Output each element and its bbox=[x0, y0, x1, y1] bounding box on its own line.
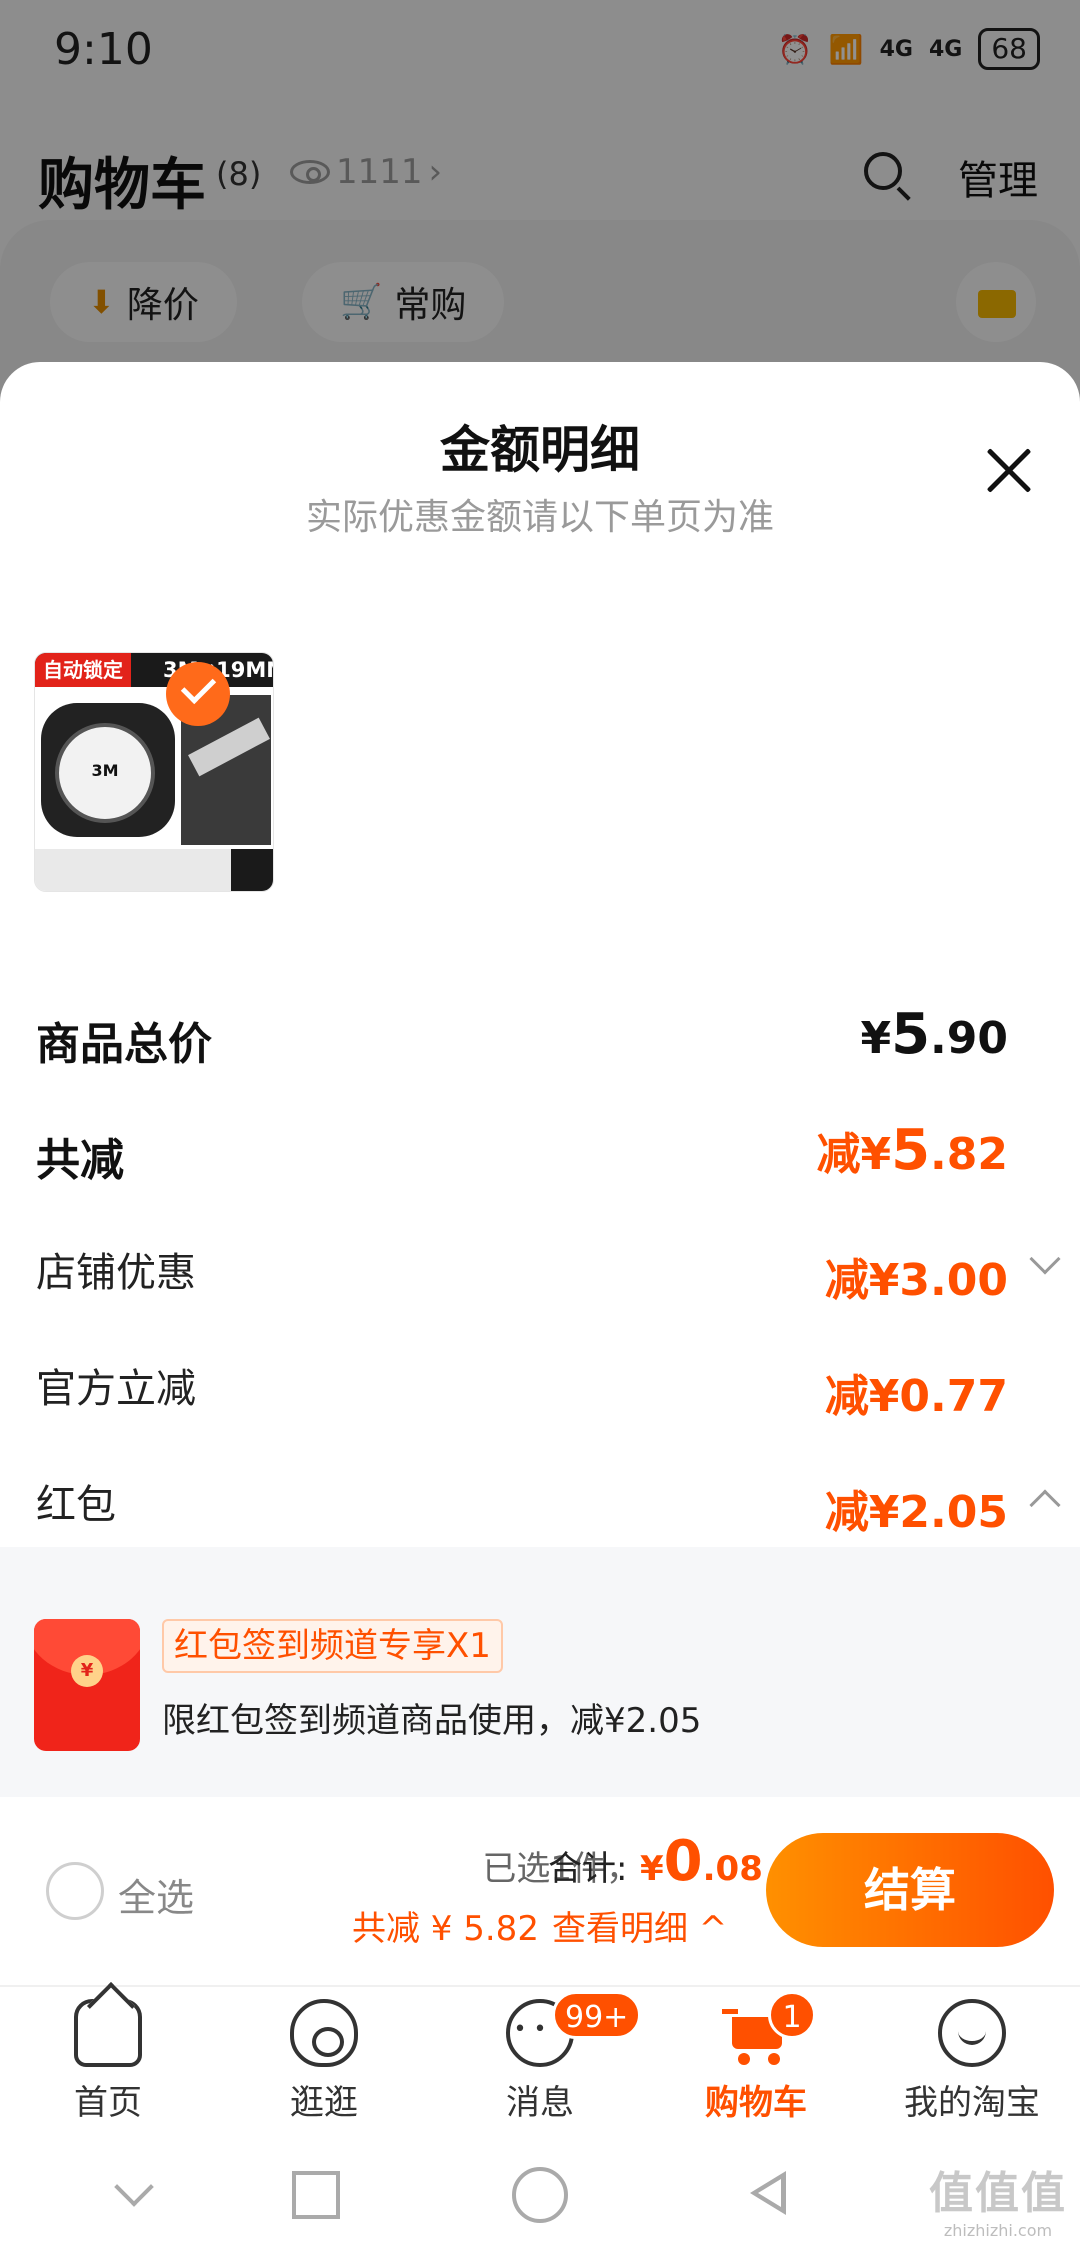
tab-home-label: 首页 bbox=[74, 2083, 142, 2123]
checkout-button[interactable]: 结算 bbox=[766, 1833, 1054, 1947]
red-packet-icon: ¥ bbox=[34, 1619, 140, 1751]
tab-home[interactable]: 首页 bbox=[0, 1987, 216, 2147]
row-official-discount: 官方立减 减¥0.77 bbox=[36, 1350, 1046, 1422]
store-discount-label: 店铺优惠 bbox=[36, 1250, 196, 1296]
checkmark-icon bbox=[166, 662, 230, 726]
red-packet-tag: 红包签到频道专享X1 bbox=[162, 1619, 503, 1673]
row-total: 商品总价 ¥5.90 bbox=[36, 1002, 1046, 1072]
red-packet-value: 减¥2.05 bbox=[824, 1487, 1008, 1538]
discount-prefix: 减¥ bbox=[816, 1129, 892, 1180]
cart-wheel-left bbox=[738, 2053, 750, 2065]
total-price-int: 0 bbox=[663, 1829, 703, 1894]
total-dec: .90 bbox=[930, 1013, 1008, 1064]
product-tag: 自动锁定 bbox=[35, 653, 131, 687]
total-int: 5 bbox=[891, 1002, 931, 1067]
product-thumbnail[interactable]: 自动锁定 3M×19MM 3M bbox=[34, 652, 274, 892]
recent-apps-icon[interactable] bbox=[284, 2163, 344, 2223]
view-detail-link[interactable]: 查看明细 ^ bbox=[552, 1901, 727, 1950]
cart-page-background: 9:10 ⏰ 📶 4G 4G 68 购物车 (8) 1111 › 管理 ⬇ 降价… bbox=[0, 0, 1080, 380]
red-packet-desc: 限红包签到频道商品使用，减¥2.05 bbox=[162, 1701, 702, 1741]
total-price-dec: .08 bbox=[702, 1849, 763, 1889]
chevron-down-icon[interactable] bbox=[1029, 1243, 1061, 1275]
tab-my-taobao-label: 我的淘宝 bbox=[904, 2083, 1040, 2123]
tab-stroll-label: 逛逛 bbox=[290, 2083, 358, 2123]
close-icon[interactable] bbox=[984, 446, 1034, 496]
row-discount: 共减 减¥5.82 bbox=[36, 1118, 1046, 1188]
watermark: 值值值 zhizhizhi.com bbox=[928, 2157, 1068, 2240]
home-icon bbox=[74, 1999, 142, 2067]
tab-my-taobao[interactable]: 我的淘宝 bbox=[864, 1987, 1080, 2147]
red-packet-detail: ¥ 红包签到频道专享X1 限红包签到频道商品使用，减¥2.05 bbox=[0, 1547, 1080, 1797]
message-badge: 99+ bbox=[552, 1991, 642, 2039]
tab-stroll[interactable]: 逛逛 bbox=[216, 1987, 432, 2147]
total-currency: ¥ bbox=[860, 1013, 892, 1064]
home-circle-icon[interactable] bbox=[508, 2163, 568, 2223]
select-all-checkbox[interactable] bbox=[46, 1862, 104, 1920]
row-red-packet[interactable]: 红包 减¥2.05 bbox=[36, 1466, 1061, 1538]
spec-table-image bbox=[35, 849, 273, 891]
store-discount-value: 减¥3.00 bbox=[824, 1255, 1008, 1306]
checkout-bar: 全选 已选1件， 合计: ¥0.08 共减 ¥ 5.82 查看明细 ^ 结算 bbox=[0, 1797, 1080, 1985]
watermark-url: zhizhizhi.com bbox=[943, 2221, 1053, 2240]
discount-dec: .82 bbox=[930, 1129, 1008, 1180]
total-price: ¥0.08 bbox=[640, 1829, 763, 1894]
tape-measure-image: 3M bbox=[41, 703, 175, 837]
tape-measure-label: 3M bbox=[91, 761, 119, 780]
total-label: 合计: bbox=[548, 1849, 628, 1889]
total-price-currency: ¥ bbox=[640, 1849, 664, 1889]
select-all-label[interactable]: 全选 bbox=[118, 1867, 194, 1922]
discount-label: 共减 bbox=[36, 1135, 124, 1186]
discount-summary: 共减 ¥ 5.82 bbox=[352, 1909, 539, 1949]
official-discount-label: 官方立减 bbox=[36, 1366, 196, 1412]
tab-cart[interactable]: 1 购物车 bbox=[648, 1987, 864, 2147]
stroll-icon bbox=[290, 1999, 358, 2067]
discount-value: 减¥5.82 bbox=[816, 1118, 1008, 1183]
chevron-up-icon[interactable] bbox=[1029, 1489, 1061, 1521]
tab-messages-label: 消息 bbox=[506, 2083, 574, 2123]
cart-badge: 1 bbox=[768, 1991, 816, 2039]
tab-cart-label: 购物车 bbox=[705, 2083, 807, 2123]
system-navigation-bar: 值值值 zhizhizhi.com bbox=[0, 2145, 1080, 2244]
total-label: 商品总价 bbox=[36, 1019, 212, 1070]
total-value: ¥5.90 bbox=[860, 1002, 1008, 1067]
sheet-title: 金额明细 bbox=[440, 421, 640, 479]
tab-bar: 首页 逛逛 99+ 消息 1 购物车 我的淘宝 bbox=[0, 1985, 1080, 2145]
official-discount-value: 减¥0.77 bbox=[824, 1371, 1008, 1422]
product-header: 自动锁定 3M×19MM bbox=[35, 653, 273, 687]
tab-messages[interactable]: 99+ 消息 bbox=[432, 1987, 648, 2147]
cart-wheel-right bbox=[768, 2053, 780, 2065]
watermark-logo: 值值值 bbox=[929, 2168, 1067, 2219]
chevron-down-nav-icon[interactable] bbox=[104, 2163, 164, 2223]
tape-measure-face: 3M bbox=[55, 723, 155, 823]
smile-icon bbox=[938, 1999, 1006, 2067]
red-packet-label: 红包 bbox=[36, 1482, 116, 1528]
row-store-discount[interactable]: 店铺优惠 减¥3.00 bbox=[36, 1234, 1061, 1306]
overlay-dim[interactable] bbox=[0, 0, 1080, 380]
back-triangle-icon[interactable] bbox=[740, 2163, 800, 2223]
red-packet-coin: ¥ bbox=[71, 1655, 103, 1687]
discount-int: 5 bbox=[891, 1118, 931, 1183]
sheet-subtitle: 实际优惠金额请以下单页为准 bbox=[305, 497, 774, 538]
